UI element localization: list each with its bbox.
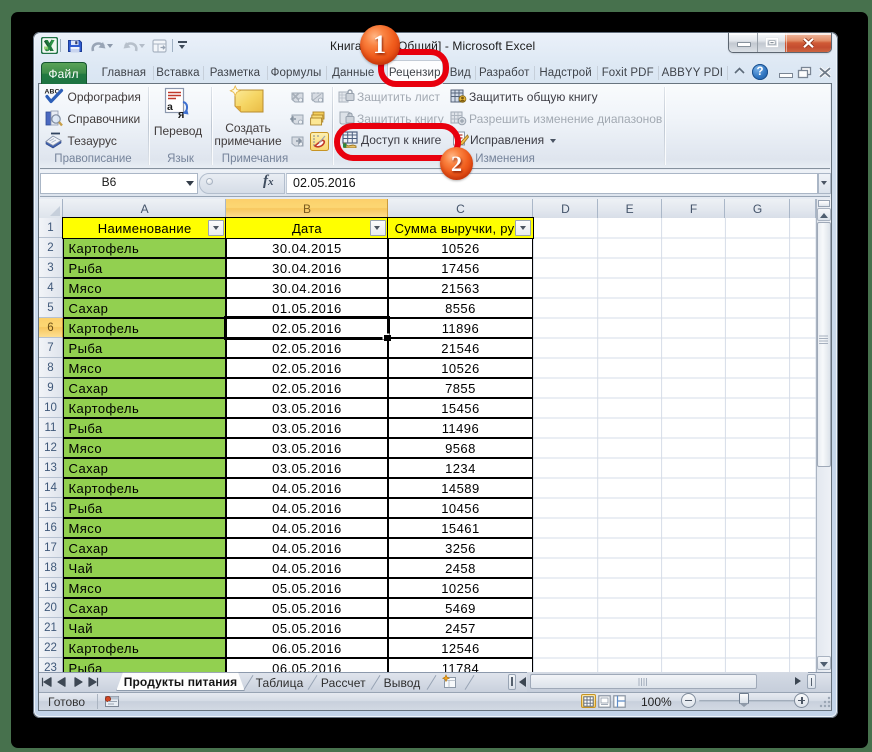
svg-text:а: а xyxy=(167,101,173,113)
svg-text:я: я xyxy=(178,109,184,119)
